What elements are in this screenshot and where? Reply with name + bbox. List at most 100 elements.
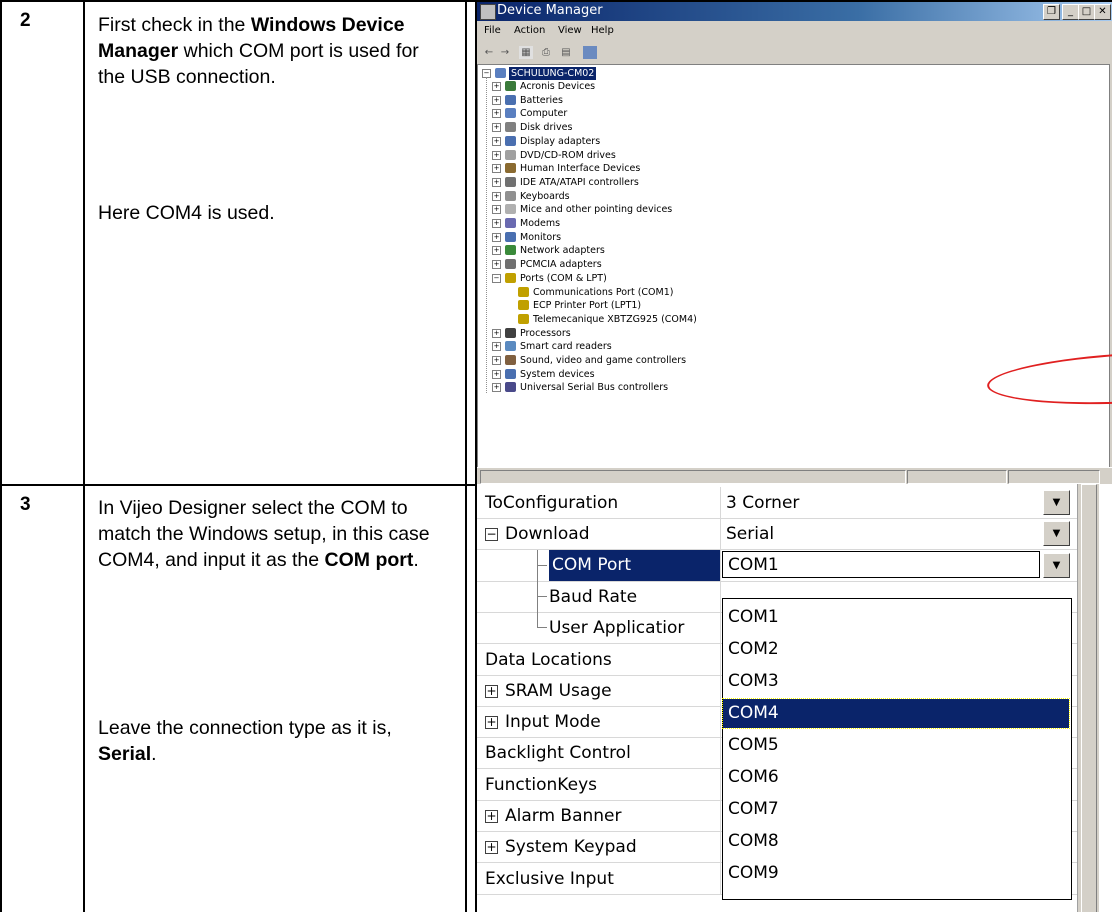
tree-item-label: Network adapters [520,245,605,257]
dropdown-option[interactable]: COM9 [723,859,1069,888]
device-manager-icon [480,4,496,20]
dropdown-option[interactable]: COM6 [723,763,1069,792]
expand-icon[interactable]: + [492,205,501,215]
device-manager-window: Device Manager ❐ _ □ ✕ File Action View … [477,2,1112,484]
close-icon[interactable]: ✕ [1094,4,1111,20]
expand-icon[interactable]: + [485,684,498,698]
property-value[interactable]: 3 Corner [726,493,799,513]
dropdown-option[interactable]: COM7 [723,795,1069,824]
device-tree[interactable]: − SCHULUNG-CM02 + Acronis Devices + Batteri… [477,64,1110,468]
step-number-2: 2 [20,10,31,31]
tree-item-label: IDE ATA/ATAPI controllers [520,176,639,188]
expand-icon[interactable]: + [485,841,498,855]
collapse-icon[interactable]: − [492,273,501,283]
print-icon[interactable]: ⎙ [539,46,553,59]
vertical-scrollbar[interactable] [1077,484,1099,912]
column-separator [720,768,721,800]
expand-icon[interactable]: + [492,383,501,393]
dropdown-option[interactable]: COM8 [723,827,1069,856]
property-name: User Applicatior [549,618,685,639]
computer-icon [505,108,516,119]
menu-help[interactable]: Help [591,25,614,36]
dropdown-option[interactable]: COM5 [723,731,1069,760]
port-icon [505,272,516,283]
network-icon [505,245,516,256]
dropdown-option[interactable]: COM4 [722,698,1070,729]
expand-icon[interactable]: + [492,369,501,379]
property-row[interactable]: ToConfiguration 3 Corner ▼ [477,487,1077,519]
column-separator [720,674,721,706]
column-separator [720,518,721,550]
tree-item-label: Smart card readers [520,341,612,353]
monitor-icon [505,135,516,146]
tree-item-label: Keyboards [520,190,570,202]
tree-connector [537,612,548,629]
expand-icon[interactable]: + [492,219,501,228]
menu-file[interactable]: File [484,25,501,36]
dropdown-option[interactable]: COM1 [723,603,1069,632]
device-manager-titlebar: Device Manager ❐ _ □ ✕ [477,2,1112,21]
dropdown-option[interactable]: COM2 [723,635,1069,664]
dropdown-option[interactable]: COM3 [723,667,1069,696]
cpu-icon [505,327,516,338]
forward-icon[interactable]: → [498,46,512,59]
row2-note: Here COM4 is used. [98,202,275,224]
smartcard-icon [505,341,516,352]
expand-icon[interactable]: + [492,109,501,119]
property-row[interactable]: − Download Serial ▼ [477,518,1077,551]
expand-icon[interactable]: + [492,356,501,365]
expand-icon[interactable]: + [492,82,501,91]
chevron-down-icon[interactable]: ▼ [1043,552,1070,578]
expand-icon[interactable]: + [492,260,501,270]
property-row[interactable]: COM Port COM1 ▼ [477,549,1077,582]
tree-item-label: Ports (COM & LPT) [520,272,607,284]
expand-icon[interactable]: + [492,177,501,187]
chevron-down-icon[interactable]: ▼ [1043,521,1070,547]
menu-view[interactable]: View [558,25,582,36]
property-name: Download [505,524,590,545]
expand-icon[interactable]: + [492,342,501,352]
hid-icon [505,163,516,174]
tree-item-label: Processors [520,327,571,339]
menu-action[interactable]: Action [514,25,545,36]
view-icon[interactable]: ▦ [519,46,533,59]
column-separator [720,612,721,644]
expand-icon[interactable]: + [492,136,501,146]
system-icon [505,368,516,379]
expand-icon[interactable]: + [492,164,501,174]
column-separator [720,831,721,863]
property-value[interactable]: Serial [726,524,774,544]
expand-icon[interactable]: + [492,150,501,160]
chevron-down-icon[interactable]: ▼ [1043,490,1070,515]
modem-icon [505,218,516,228]
expand-icon[interactable]: + [492,123,501,133]
expand-icon[interactable]: + [485,810,498,823]
properties-icon[interactable]: ▤ [559,46,573,59]
maximize-icon[interactable]: □ [1078,4,1095,20]
pcmcia-icon [505,259,516,270]
property-name: System Keypad [505,837,637,858]
port-icon [518,313,529,324]
restore-icon[interactable]: ❐ [1043,4,1060,20]
com-port-dropdown-list[interactable]: COM1 COM2 COM3 COM4 COM5 COM6 COM7 COM8 COM9 [722,598,1072,900]
sound-icon [505,355,516,365]
expand-icon[interactable]: + [492,191,501,201]
expand-icon[interactable]: + [492,95,501,105]
vijeo-property-grid: ToConfiguration 3 Corner ▼ − Download Serial ▼… [477,484,1112,912]
expand-icon[interactable]: + [492,328,501,338]
expand-icon[interactable]: + [492,232,501,242]
minimize-icon[interactable]: _ [1062,4,1079,20]
collapse-icon[interactable]: − [485,528,498,542]
scrollbar-thumb[interactable] [1081,484,1097,912]
row2-text-part1: First check in the [98,14,251,36]
expand-icon[interactable]: + [485,716,498,730]
column-separator [720,549,721,581]
help-icon[interactable] [583,46,597,59]
back-icon[interactable]: ← [482,46,496,59]
expand-icon[interactable]: + [492,246,501,256]
ide-icon [505,176,516,187]
table-col-divider-2 [465,0,467,912]
property-value[interactable]: COM1 [722,550,1040,578]
tree-item-label: Computer [520,108,568,120]
column-separator [720,487,721,518]
